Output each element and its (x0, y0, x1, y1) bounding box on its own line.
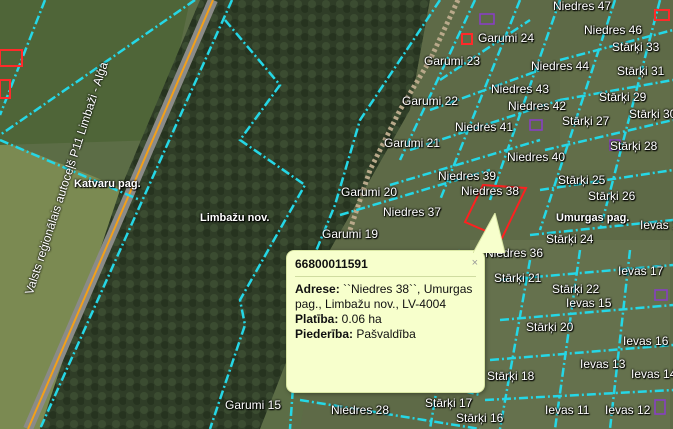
label-starki-30: Stārķi 30 (629, 107, 673, 121)
label-ievas-12: Ievas 12 (605, 403, 651, 417)
label-starki-28: Stārķi 28 (610, 139, 658, 153)
label-niedres-43: Niedres 43 (491, 82, 550, 96)
label-niedres-47: Niedres 47 (553, 0, 612, 13)
label-ievas-19: Ievas 19 (640, 218, 673, 232)
label-ievas-17: Ievas 17 (618, 264, 664, 278)
label-starki-24: Stārķi 24 (546, 232, 594, 246)
label-starki-33: Stārķi 33 (612, 40, 660, 54)
label-garumi-22: Garumi 22 (402, 94, 459, 108)
label-ievas-15: Ievas 15 (566, 296, 612, 310)
label-starki-20: Stārķi 20 (526, 320, 574, 334)
label-niedres-40: Niedres 40 (507, 150, 566, 164)
label-garumi-24: Garumi 24 (478, 31, 535, 45)
address-label: Adrese: (295, 282, 340, 296)
label-starki-29: Stārķi 29 (599, 90, 647, 104)
area-value: 0.06 ha (338, 312, 382, 326)
label-starki-27: Stārķi 27 (562, 114, 610, 128)
label-niedres-38: Niedres 38 (461, 184, 520, 198)
label-garumi-20: Garumi 20 (341, 185, 398, 199)
label-starki-21: Stārķi 21 (494, 271, 542, 285)
label-starki-31: Stārķi 31 (617, 64, 665, 78)
label-garumi-19: Garumi 19 (322, 227, 379, 241)
label-garumi-21: Garumi 21 (384, 136, 441, 150)
area-label: Platība: (295, 312, 339, 326)
parcel-address-row: Adrese: ``Niedres 38``, Umurgas pag., Li… (295, 282, 476, 312)
label-niedres-44: Niedres 44 (531, 59, 590, 73)
parcel-ownership-row: Piederība: Pašvaldība (295, 327, 476, 342)
label-starki-18: Stārķi 18 (487, 369, 535, 383)
label-starki-26: Stārķi 26 (588, 189, 636, 203)
parcel-area-row: Platība: 0.06 ha (295, 312, 476, 327)
region-label-umurgas: Umurgas pag. (556, 212, 630, 224)
popup-pointer (473, 213, 506, 253)
parcel-cadastral-number: 66800011591 (295, 257, 476, 277)
parcel-info-popup: 66800011591 × Adrese: ``Niedres 38``, Um… (286, 213, 506, 393)
label-niedres-39: Niedres 39 (438, 169, 497, 183)
label-garumi-15: Garumi 15 (225, 398, 282, 412)
close-icon[interactable]: × (472, 257, 478, 269)
region-label-katvaru: Katvaru pag. (74, 178, 141, 190)
label-niedres-37: Niedres 37 (383, 205, 442, 219)
region-label-limbazu: Limbažu nov. (200, 212, 270, 224)
ownership-value: Pašvaldība (353, 327, 416, 341)
label-ievas-11: Ievas 11 (545, 403, 590, 417)
label-starki-16: Stārķi 16 (456, 411, 504, 425)
label-starki-22: Stārķi 22 (552, 282, 600, 296)
label-starki-17: Stārķi 17 (425, 396, 473, 410)
label-niedres-42: Niedres 42 (508, 99, 567, 113)
label-ievas-16: Ievas 16 (623, 334, 669, 348)
label-ievas-14: Ievas 14 (631, 367, 673, 381)
map-view[interactable]: Niedres 47 Niedres 46 Stārķi 33 Garumi 2… (0, 0, 673, 429)
label-niedres-46: Niedres 46 (584, 23, 643, 37)
ownership-label: Piederība: (295, 327, 354, 341)
label-ievas-13: Ievas 13 (580, 357, 626, 371)
label-niedres-28: Niedres 28 (331, 403, 390, 417)
label-garumi-23: Garumi 23 (424, 54, 481, 68)
label-starki-25: Stārķi 25 (558, 173, 606, 187)
label-niedres-41: Niedres 41 (455, 120, 514, 134)
